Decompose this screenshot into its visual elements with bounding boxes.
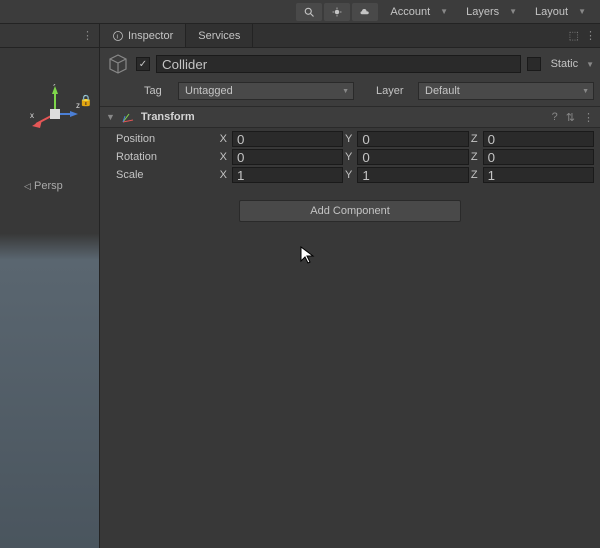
layout-dropdown[interactable]: Layout ▼ (525, 3, 592, 21)
menu-dots-icon[interactable]: ⋮ (585, 29, 596, 42)
tag-value: Untagged (185, 85, 233, 97)
rotation-label: Rotation (106, 151, 218, 163)
x-axis-label: x (30, 111, 34, 120)
chevron-down-icon: ▼ (509, 7, 517, 16)
static-checkbox[interactable] (527, 57, 541, 71)
cloud-icon[interactable] (352, 3, 378, 21)
search-icon[interactable] (296, 3, 322, 21)
rotation-y-input[interactable] (357, 149, 468, 165)
lock-icon[interactable]: 🔒 (79, 94, 93, 107)
gameobject-icon[interactable] (106, 52, 130, 76)
layers-label: Layers (466, 6, 499, 18)
collab-icon[interactable] (324, 3, 350, 21)
position-row: Position X Y Z (106, 130, 594, 148)
tag-label: Tag (144, 85, 172, 97)
rotation-z-input[interactable] (483, 149, 594, 165)
position-z-input[interactable] (483, 131, 594, 147)
scale-label: Scale (106, 169, 218, 181)
scale-y-input[interactable] (357, 167, 468, 183)
transform-properties: Position X Y Z Rotation X Y Z Scale X Y … (100, 128, 600, 186)
x-label: X (218, 133, 230, 145)
position-x-input[interactable] (232, 131, 343, 147)
z-label: Z (469, 133, 481, 145)
active-checkbox[interactable] (136, 57, 150, 71)
y-label: Y (343, 133, 355, 145)
y-axis-label: y (53, 84, 57, 86)
rotation-row: Rotation X Y Z (106, 148, 594, 166)
persp-label[interactable]: ◁ Persp (24, 180, 63, 192)
position-y-input[interactable] (357, 131, 468, 147)
layer-label: Layer (376, 85, 412, 97)
add-component-label: Add Component (310, 205, 390, 217)
static-dropdown-icon[interactable]: ▼ (586, 60, 594, 69)
layers-dropdown[interactable]: Layers ▼ (456, 3, 523, 21)
chevron-down-icon: ▼ (578, 7, 586, 16)
account-label: Account (390, 6, 430, 18)
account-dropdown[interactable]: Account ▼ (380, 3, 454, 21)
z-label: Z (469, 151, 481, 163)
tab-inspector-label: Inspector (128, 30, 173, 42)
menu-dots-icon[interactable]: ⋮ (583, 111, 594, 124)
info-icon: i (112, 30, 124, 42)
scale-z-input[interactable] (483, 167, 594, 183)
foldout-icon[interactable]: ▼ (106, 112, 115, 122)
scene-view[interactable]: ⋮ 🔒 y x z ◁ Persp (0, 24, 100, 548)
tab-inspector[interactable]: i Inspector (100, 24, 186, 47)
chevron-down-icon: ▼ (440, 7, 448, 16)
z-label: Z (469, 169, 481, 181)
scale-row: Scale X Y Z (106, 166, 594, 184)
y-label: Y (343, 151, 355, 163)
x-label: X (218, 151, 230, 163)
help-icon[interactable]: ? (552, 111, 558, 124)
static-label: Static (551, 58, 579, 70)
layer-value: Default (425, 85, 460, 97)
scene-toolbar: ⋮ (0, 24, 99, 48)
x-label: X (218, 169, 230, 181)
transform-icon (121, 110, 135, 124)
scale-x-input[interactable] (232, 167, 343, 183)
tab-services-label: Services (198, 30, 240, 42)
position-label: Position (106, 133, 218, 145)
add-component-button[interactable]: Add Component (239, 200, 461, 222)
inspector-panel: i Inspector Services ⬚ ⋮ Static ▼ Tag Un… (100, 24, 600, 548)
layer-dropdown[interactable]: Default (418, 82, 594, 100)
lock-icon[interactable]: ⬚ (569, 29, 579, 42)
svg-text:i: i (117, 33, 119, 40)
preset-icon[interactable]: ⇅ (566, 111, 575, 124)
tag-dropdown[interactable]: Untagged (178, 82, 354, 100)
gameobject-header: Static ▼ (100, 48, 600, 80)
panel-tabs: i Inspector Services ⬚ ⋮ (100, 24, 600, 48)
rotation-x-input[interactable] (232, 149, 343, 165)
transform-header: ▼ Transform ? ⇅ ⋮ (100, 107, 600, 128)
transform-title: Transform (141, 111, 195, 123)
tab-services[interactable]: Services (186, 24, 253, 47)
z-axis-label: z (76, 101, 80, 110)
gameobject-name-input[interactable] (156, 55, 521, 73)
orientation-gizmo[interactable]: y x z (30, 84, 80, 134)
top-toolbar: Account ▼ Layers ▼ Layout ▼ (0, 0, 600, 24)
tag-layer-row: Tag Untagged Layer Default (100, 80, 600, 107)
y-label: Y (343, 169, 355, 181)
menu-dots-icon[interactable]: ⋮ (82, 29, 93, 42)
layout-label: Layout (535, 6, 568, 18)
